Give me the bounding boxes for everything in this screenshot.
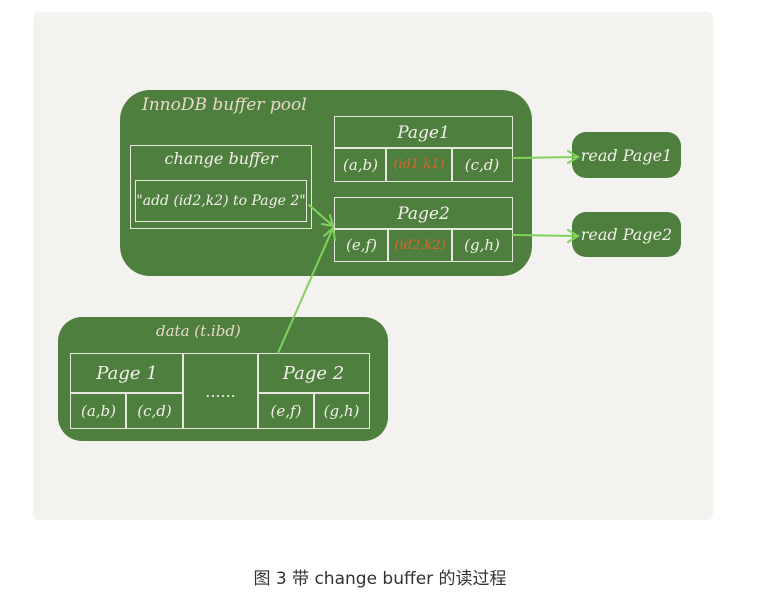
arrow-disk-to-page2 bbox=[277, 227, 334, 354]
arrow-page1-to-read bbox=[512, 156, 579, 159]
figure-caption: 图 3 带 change buffer 的读过程 bbox=[253, 569, 507, 589]
arrow-page2-to-read bbox=[512, 234, 579, 237]
arrows bbox=[277, 150, 580, 354]
